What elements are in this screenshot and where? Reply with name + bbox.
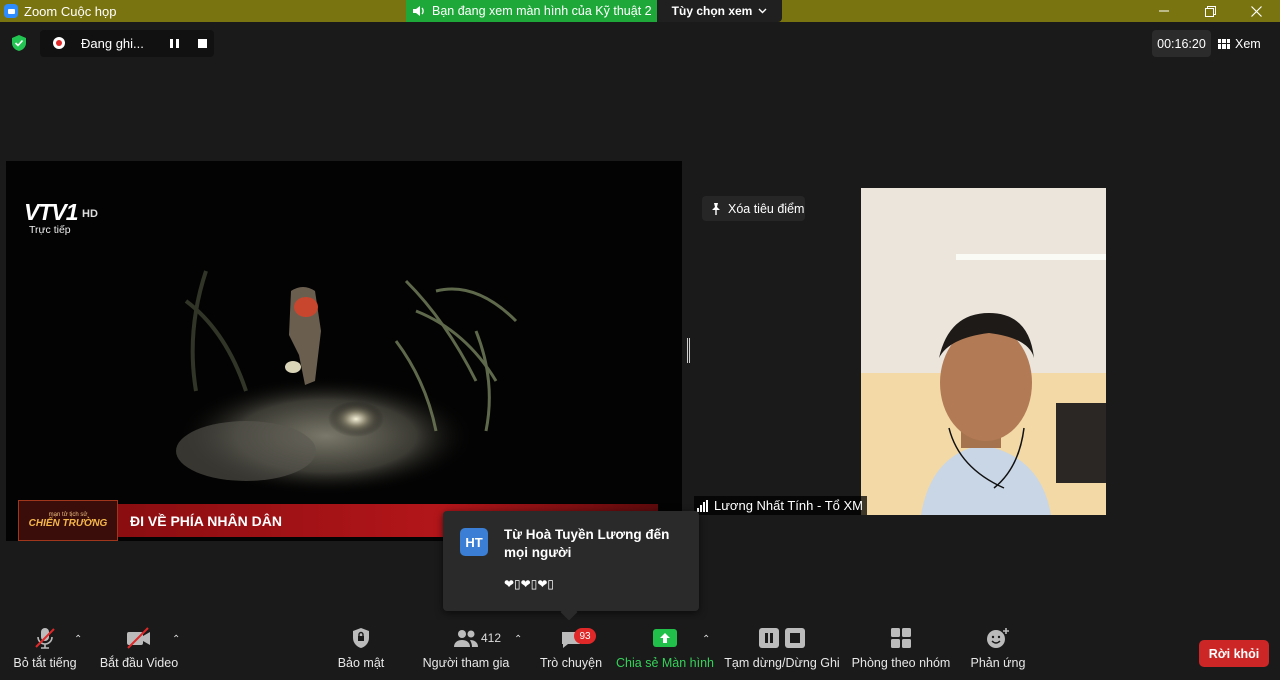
app-title-text: Zoom Cuộc họp [24,3,117,19]
chevron-down-icon [758,8,767,14]
breakout-rooms-icon [891,628,911,648]
panel-splitter[interactable] [687,338,690,363]
stop-icon [785,628,805,648]
microphone-muted-icon [35,628,55,649]
chat-message: ❤▯❤▯❤▯ [504,577,554,591]
reaction-smiley-icon [987,628,1009,648]
view-options-button[interactable]: Tùy chọn xem [657,0,782,22]
security-label: Bảo mật [337,656,385,670]
screen-share-banner: Bạn đang xem màn hình của Kỹ thuật 2 [406,0,657,22]
program-badge-title: CHIẾN TRƯỜNG [28,518,108,529]
channel-logo: VTV1 [24,199,79,225]
view-options-label: Tùy chọn xem [671,4,753,18]
pin-icon [712,202,720,215]
reactions-button[interactable]: Phản ứng [970,620,1026,680]
shared-video-frame [6,161,682,541]
encryption-shield-icon[interactable] [10,34,28,52]
shared-screen: VTV1 HD Trực tiếp mạn tử tịch sử CHIẾN T… [6,161,682,541]
participants-icon [454,630,478,647]
signal-strength-icon [697,499,708,512]
app-title: Zoom Cuộc họp [4,3,117,19]
audio-options-chevron-icon[interactable]: ⌃ [74,634,82,645]
close-icon [1250,5,1262,17]
recording-label: Đang ghi... [81,36,144,51]
security-button[interactable]: Bảo mật [335,620,387,680]
participants-count: 412 [481,631,502,645]
unread-chat-badge: 93 [574,628,596,644]
speaker-icon [413,6,424,16]
chat-notification[interactable]: HT Từ Hoà Tuyền Lương đến mọi người ❤▯❤▯… [443,511,699,611]
video-options-chevron-icon[interactable]: ⌃ [172,634,180,645]
participants-button[interactable]: 412 Người tham gia [423,620,509,680]
participant-name-tag: Lương Nhất Tính - Tổ XM [694,496,867,515]
participant-video-frame [861,188,1106,515]
gallery-grid-icon [1218,38,1230,49]
participants-options-chevron-icon[interactable]: ⌃ [514,634,522,645]
breakout-rooms-label: Phòng theo nhóm [851,656,951,670]
minimize-button[interactable] [1141,0,1187,22]
restore-button[interactable] [1187,0,1233,22]
view-button[interactable]: Xem [1218,30,1272,57]
close-button[interactable] [1233,0,1279,22]
meeting-toolbar: Bỏ tắt tiếng ⌃ Bắt đầu Video ⌃ Bảo mật 4… [0,620,1280,680]
meeting-timer: 00:16:20 [1152,30,1211,57]
chat-sender: Từ Hoà Tuyền Lương đến mọi người [504,527,670,560]
reactions-label: Phản ứng [970,656,1026,670]
pause-stop-recording-button[interactable]: Tạm dừng/Dừng Ghi [724,620,840,680]
avatar: HT [460,528,488,556]
remove-spotlight-button[interactable]: Xóa tiêu điểm [702,196,805,221]
screen-share-banner-text: Bạn đang xem màn hình của Kỹ thuật 2 [432,4,652,18]
video-off-icon [127,627,150,649]
shield-icon [353,628,369,648]
leave-meeting-button[interactable]: Rời khỏi [1199,640,1269,667]
pause-stop-recording-label: Tạm dừng/Dừng Ghi [724,656,840,670]
share-options-chevron-icon[interactable]: ⌃ [702,634,710,645]
hd-label: HD [82,208,98,220]
recording-indicator: Đang ghi... [40,30,214,57]
participants-label: Người tham gia [422,656,510,670]
record-icon [53,37,65,49]
view-button-label: Xem [1235,36,1261,51]
pause-icon [759,628,779,648]
chat-button[interactable]: 93 Trò chuyện [540,620,602,680]
remove-spotlight-label: Xóa tiêu điểm [728,201,805,216]
unmute-button[interactable]: Bỏ tắt tiếng [13,620,77,680]
share-screen-button[interactable]: Chia sẻ Màn hình [616,620,714,680]
pause-recording-icon[interactable] [170,39,179,48]
participant-video [861,188,1106,515]
participant-name: Lương Nhất Tính - Tổ XM [714,498,863,513]
share-screen-icon [653,629,677,647]
share-screen-label: Chia sẻ Màn hình [616,656,714,670]
restore-icon [1204,5,1216,17]
breakout-rooms-button[interactable]: Phòng theo nhóm [852,620,950,680]
unmute-label: Bỏ tắt tiếng [13,656,77,670]
zoom-logo-icon [4,4,18,18]
chat-label: Trò chuyện [539,656,603,670]
title-bar: Zoom Cuộc họp Bạn đang xem màn hình của … [0,0,1280,22]
start-video-button[interactable]: Bắt đầu Video [99,620,179,680]
minimize-icon [1159,10,1169,12]
stop-recording-icon[interactable] [198,39,207,48]
start-video-label: Bắt đầu Video [99,656,179,670]
live-label: Trực tiếp [29,224,71,236]
program-badge: mạn tử tịch sử CHIẾN TRƯỜNG [18,500,118,541]
